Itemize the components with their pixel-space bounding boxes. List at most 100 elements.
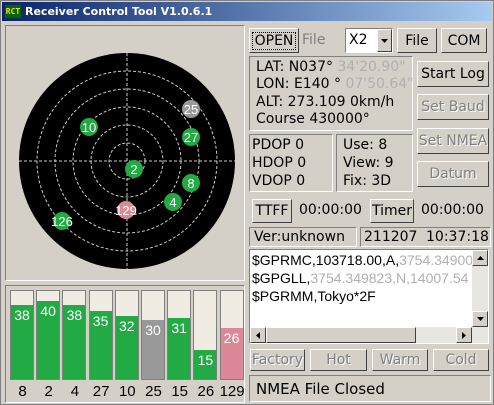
nmea-line: $GPRMC,103718.00,A,3754.34900,N (252, 252, 472, 268)
fix-type: Fix: 3D (343, 173, 392, 189)
signal-bar: 31 (167, 290, 192, 380)
signal-prn-label: 8 (18, 383, 27, 400)
sky-view-panel: 8 2 4 27 10 25 126 129 (5, 25, 245, 281)
sats-in-view: View: 9 (343, 155, 394, 171)
nmea-line: $GPGLL,3754.349823,N,14007.54 (252, 270, 469, 286)
signal-prn-label: 129 (219, 383, 245, 400)
satellite-status-panel: Use: 8 View: 9 Fix: 3D (336, 134, 413, 192)
vertical-scrollbar[interactable] (472, 250, 488, 327)
app-window: RCT Receiver Control Tool V1.0.6.1 8 2 4 27… (0, 0, 494, 405)
warm-button[interactable]: Warm (372, 349, 428, 371)
signal-bar: 32 (114, 290, 139, 380)
timer-button[interactable]: Timer (370, 199, 414, 223)
satellite-prn-label: 126 (51, 214, 73, 229)
signal-snr-value: 40 (40, 302, 56, 319)
scroll-left-icon[interactable] (250, 327, 266, 343)
port-select[interactable]: X2 (345, 28, 393, 53)
signal-prn-label: 25 (145, 383, 162, 400)
signal-bar-fill: 38 (11, 304, 33, 379)
scroll-down-icon[interactable] (472, 311, 488, 327)
status-text: NMEA File Closed (256, 380, 385, 398)
satellite-prn-label: 129 (115, 203, 137, 218)
dop-panel: PDOP 0 HDOP 0 VDOP 0 (249, 134, 333, 192)
timer-value-clip: 00:00:00 (419, 199, 491, 223)
signal-bar-fill: 32 (115, 316, 138, 379)
factory-button[interactable]: Factory (250, 349, 305, 371)
signal-snr-value: 32 (119, 318, 135, 335)
signal-bar-fill: 15 (194, 349, 217, 379)
open-button-label: OPEN (251, 31, 297, 50)
vdop-value: VDOP 0 (252, 173, 306, 189)
version-value: Ver:unknown (254, 229, 345, 245)
signal-snr-value: 38 (66, 306, 83, 323)
longitude-hidden: 07'50.64" (345, 76, 414, 92)
com-button[interactable]: COM (441, 28, 487, 53)
start-log-button[interactable]: Start Log (417, 61, 489, 87)
time-value: 10:37:18 (426, 229, 489, 245)
altitude-value: ALT: 273.109 0km/h (256, 94, 395, 110)
nmea-output[interactable]: $GPRMC,103718.00,A,3754.34900,N $GPGLL,3… (249, 249, 489, 344)
signal-prn-label: 26 (197, 383, 215, 400)
signal-bar-fill: 40 (37, 300, 60, 379)
satellite-prn-label: 27 (184, 130, 198, 145)
ttff-button[interactable]: TTFF (252, 199, 292, 223)
signal-bar-fill: 26 (220, 328, 243, 379)
signal-bar-fill: 31 (168, 318, 191, 379)
latitude-hidden: 34'20.90" (337, 59, 406, 75)
satellite-prn-label: 8 (187, 176, 194, 191)
title-bar[interactable]: RCT Receiver Control Tool V1.0.6.1 (2, 2, 492, 21)
signal-prn-label: 10 (118, 383, 136, 400)
signal-bar: 26 (219, 290, 244, 380)
signal-bars-panel: 38 8 40 2 38 4 35 27 32 10 30 25 31 15 15 26 26 129 (5, 285, 245, 403)
signal-bar-fill: 30 (142, 320, 164, 379)
longitude-value: LON: E140 ° 07'50.64" (256, 76, 414, 92)
signal-snr-value: 31 (171, 320, 187, 337)
signal-snr-value: 30 (145, 322, 161, 339)
signal-snr-value: 38 (14, 306, 30, 323)
signal-bar: 38 (10, 290, 34, 380)
hdop-value: HDOP 0 (252, 155, 307, 171)
signal-snr-value: 15 (197, 351, 214, 368)
signal-bar: 15 (193, 290, 218, 380)
cold-button[interactable]: Cold (433, 349, 489, 371)
datum-button[interactable]: Datum (417, 161, 489, 187)
timer-value: 00:00:00 (421, 202, 484, 218)
position-panel: LAT: N037° 34'20.90" LON: E140 ° 07'50.6… (249, 56, 414, 131)
scroll-right-icon[interactable] (456, 327, 472, 343)
signal-bar-fill: 35 (89, 310, 112, 379)
datetime-field: 211207 10:37:18 (360, 227, 491, 247)
status-bar: NMEA File Closed (249, 375, 491, 402)
signal-prn-label: 15 (171, 383, 189, 400)
open-button[interactable]: OPEN (249, 28, 299, 53)
course-value: Course 430000° (256, 111, 370, 127)
signal-prn-label: 2 (44, 383, 53, 400)
nmea-text-area: $GPRMC,103718.00,A,3754.34900,N $GPGLL,3… (250, 250, 472, 329)
satellite-prn-label: 25 (184, 102, 198, 117)
window-title: Receiver Control Tool V1.0.6.1 (25, 5, 213, 18)
signal-prn-label: 27 (92, 383, 110, 400)
latitude-value: LAT: N037° 34'20.90" (256, 59, 406, 75)
version-field: Ver:unknown (249, 227, 357, 247)
satellite-prn-label: 4 (169, 195, 176, 210)
app-logo-icon: RCT (5, 5, 21, 18)
signal-snr-value: 26 (223, 330, 240, 347)
sats-used: Use: 8 (343, 137, 388, 153)
port-select-value: X2 (349, 32, 368, 48)
satellite-prn-label: 2 (130, 162, 137, 177)
hot-button[interactable]: Hot (310, 349, 367, 371)
signal-bar: 35 (88, 290, 113, 380)
chevron-down-icon[interactable] (377, 29, 392, 52)
signal-bar: 40 (36, 290, 61, 380)
ttff-value: 00:00:00 (299, 202, 362, 218)
sky-view-radar: 8 2 4 27 10 25 126 129 (19, 53, 235, 269)
signal-snr-value: 35 (92, 312, 109, 329)
scroll-thumb[interactable] (266, 327, 416, 343)
signal-bar: 30 (141, 290, 165, 380)
satellite-prn-label: 10 (82, 120, 96, 135)
file-label: File (302, 32, 326, 48)
set-nmea-button[interactable]: Set NMEA (417, 128, 489, 154)
horizontal-scrollbar[interactable] (250, 327, 488, 343)
scroll-up-icon[interactable] (472, 250, 488, 266)
set-baud-button[interactable]: Set Baud (417, 94, 489, 120)
file-button[interactable]: File (397, 28, 437, 53)
